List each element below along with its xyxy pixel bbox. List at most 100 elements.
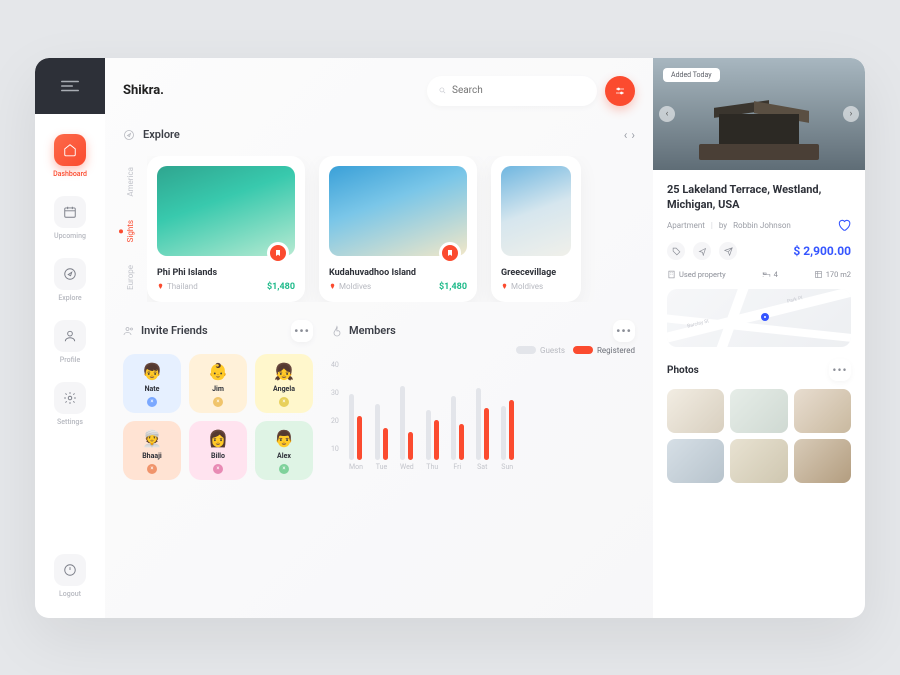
share-action[interactable]: [693, 242, 711, 260]
chart-x-label: Thu: [426, 463, 438, 471]
bookmark-icon: [446, 249, 454, 257]
remove-badge-icon[interactable]: ×: [279, 464, 289, 474]
nav-label: Settings: [57, 418, 83, 426]
sidebar-item-dashboard[interactable]: Dashboard: [53, 134, 87, 178]
friend-item[interactable]: 👦Nate×: [123, 354, 181, 413]
card-title: Kudahuvadhoo Island: [329, 268, 467, 278]
friend-name: Angela: [273, 385, 295, 393]
bookmark-button[interactable]: [439, 242, 461, 264]
explore-card[interactable]: Greecevillage Moldives: [491, 156, 581, 302]
bar-guests: [400, 386, 405, 460]
bed-icon: [762, 270, 771, 279]
pin-icon: [501, 283, 508, 290]
remove-badge-icon[interactable]: ×: [213, 397, 223, 407]
listing-owner: Robbin Johnson: [733, 221, 791, 230]
photo-thumbnail[interactable]: [730, 439, 787, 483]
explore-prev-button[interactable]: ‹: [624, 128, 628, 142]
card-location: Thailand: [167, 282, 198, 291]
explore-tab-america[interactable]: America: [126, 167, 135, 197]
sidebar-item-settings[interactable]: Settings: [54, 382, 86, 426]
avatar-icon: 👧: [274, 362, 294, 381]
explore-tab-europe[interactable]: Europe: [126, 265, 135, 290]
search-input-wrap[interactable]: [427, 76, 597, 106]
sidebar-item-logout[interactable]: Logout: [54, 554, 86, 598]
explore-head: Explore ‹ ›: [123, 128, 635, 142]
avatar-icon: 👦: [142, 362, 162, 381]
friend-item[interactable]: 👧 Angela ×: [255, 354, 313, 413]
heart-icon: [837, 218, 851, 232]
chart-day: Sat: [476, 380, 489, 471]
hero-next-button[interactable]: ›: [843, 106, 859, 122]
friend-name: Bhaaji: [142, 452, 162, 460]
user-icon: [63, 329, 77, 343]
compass-icon: [123, 129, 135, 141]
building-icon: [667, 270, 676, 279]
map-pin-icon: [761, 313, 769, 321]
photos-more-button[interactable]: •••: [829, 359, 851, 381]
nav-label: Profile: [60, 356, 80, 364]
bookmark-button[interactable]: [267, 242, 289, 264]
send-action[interactable]: [719, 242, 737, 260]
sidebar-item-explore[interactable]: Explore: [54, 258, 86, 302]
photo-thumbnail[interactable]: [794, 439, 851, 483]
bar-registered: [459, 424, 464, 460]
remove-badge-icon[interactable]: ×: [147, 397, 157, 407]
chart-legend: Guests Registered: [331, 346, 635, 355]
chart-day: Thu: [426, 380, 439, 471]
friend-item[interactable]: 👨Alex×: [255, 421, 313, 480]
remove-badge-icon[interactable]: ×: [147, 464, 157, 474]
card-location: Moldives: [339, 282, 371, 291]
explore-card[interactable]: Kudahuvadhoo Island Moldives $1,480: [319, 156, 477, 302]
explore-tab-sights[interactable]: Sights: [126, 220, 135, 242]
photo-thumbnail[interactable]: [667, 439, 724, 483]
sidebar-item-upcoming[interactable]: Upcoming: [54, 196, 86, 240]
listing-map[interactable]: Barclay St Park Pl: [667, 289, 851, 347]
topbar: Shikra.: [123, 76, 635, 106]
explore-next-button[interactable]: ›: [631, 128, 635, 142]
photos-title: Photos: [667, 365, 699, 376]
photo-thumbnail[interactable]: [794, 389, 851, 433]
nav-label: Dashboard: [53, 170, 87, 178]
sidebar: Dashboard Upcoming Explore Profile Setti…: [35, 58, 105, 618]
listing-address: 25 Lakeland Terrace, Westland, Michigan,…: [667, 182, 851, 213]
chart-day: Fri: [451, 380, 464, 471]
bar-registered: [383, 428, 388, 460]
friend-name: Billo: [211, 452, 225, 460]
app-root: Dashboard Upcoming Explore Profile Setti…: [35, 58, 865, 618]
explore-card[interactable]: Phi Phi Islands Thailand $1,480: [147, 156, 305, 302]
favorite-button[interactable]: [837, 218, 851, 232]
card-price: $1,480: [267, 282, 295, 292]
members-title: Members: [349, 324, 396, 337]
gear-icon: [63, 391, 77, 405]
filter-button[interactable]: [605, 76, 635, 106]
friend-item[interactable]: 👶Jim×: [189, 354, 247, 413]
bar-registered: [509, 400, 514, 460]
spec-beds: 4: [774, 270, 778, 279]
explore-cards: Phi Phi Islands Thailand $1,480 Kudahuva…: [147, 156, 635, 302]
photo-thumbnail[interactable]: [730, 389, 787, 433]
hero-prev-button[interactable]: ‹: [659, 106, 675, 122]
remove-badge-icon[interactable]: ×: [213, 464, 223, 474]
friend-item[interactable]: 👳Bhaaji×: [123, 421, 181, 480]
tag-action[interactable]: [667, 242, 685, 260]
members-panel: Members ••• Guests Registered 40302010 M…: [331, 320, 635, 480]
photo-thumbnail[interactable]: [667, 389, 724, 433]
search-input[interactable]: [452, 85, 585, 96]
card-title: Phi Phi Islands: [157, 268, 295, 278]
menu-toggle[interactable]: [35, 58, 105, 114]
members-more-button[interactable]: •••: [613, 320, 635, 342]
invite-more-button[interactable]: •••: [291, 320, 313, 342]
chart-x-label: Tue: [376, 463, 387, 471]
card-image: [501, 166, 571, 256]
avatar-icon: 👶: [208, 362, 228, 381]
chart-day: Tue: [375, 380, 388, 471]
remove-badge-icon[interactable]: ×: [279, 397, 289, 407]
chart-day: Wed: [400, 380, 414, 471]
bar-registered: [434, 420, 439, 460]
explore-nav-arrows: ‹ ›: [624, 128, 635, 142]
sidebar-item-profile[interactable]: Profile: [54, 320, 86, 364]
legend-registered: Registered: [597, 346, 635, 355]
friend-item[interactable]: 👩Billo×: [189, 421, 247, 480]
bar-guests: [375, 404, 380, 460]
spec-used: Used property: [679, 270, 726, 279]
